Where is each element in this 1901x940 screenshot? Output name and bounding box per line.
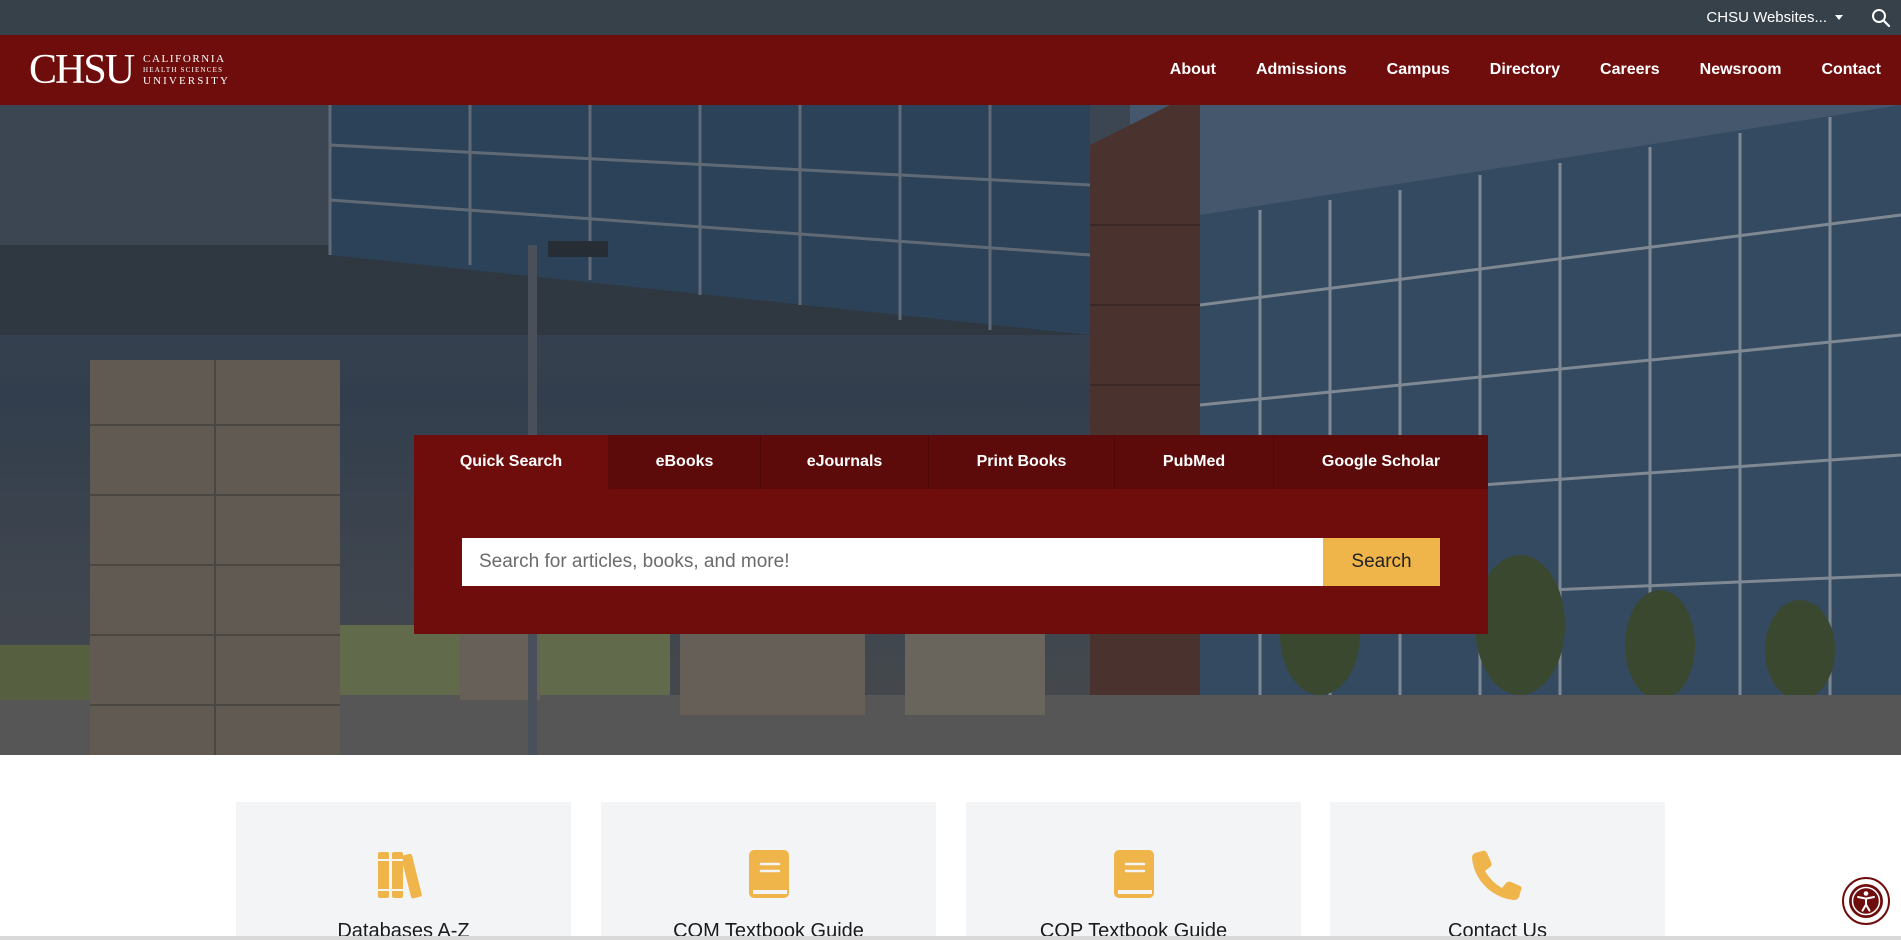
tab-ebooks[interactable]: eBooks bbox=[609, 435, 761, 489]
tab-ejournals[interactable]: eJournals bbox=[761, 435, 929, 489]
quick-link-cop-textbook-guide[interactable]: COP Textbook Guide bbox=[966, 802, 1301, 940]
hero-overlay bbox=[0, 105, 1901, 755]
nav-campus[interactable]: Campus bbox=[1387, 61, 1450, 79]
quick-link-com-textbook-guide[interactable]: COM Textbook Guide bbox=[601, 802, 936, 940]
logo-line-university: UNIVERSITY bbox=[143, 74, 231, 87]
quick-link-contact-us[interactable]: Contact Us bbox=[1330, 802, 1665, 940]
nav-admissions[interactable]: Admissions bbox=[1256, 61, 1347, 79]
book-icon bbox=[748, 850, 789, 898]
search-icon[interactable] bbox=[1871, 8, 1891, 28]
search-button[interactable]: Search bbox=[1323, 538, 1440, 586]
books-icon bbox=[377, 852, 422, 899]
caret-down-icon bbox=[1835, 15, 1843, 20]
utility-bar: CHSU Websites... bbox=[0, 0, 1901, 35]
hero-banner: Quick Search eBooks eJournals Print Book… bbox=[0, 105, 1901, 755]
search-tabs: Quick Search eBooks eJournals Print Book… bbox=[414, 435, 1488, 489]
tab-pubmed[interactable]: PubMed bbox=[1115, 435, 1274, 489]
main-header: CHSU CALIFORNIA HEALTH SCIENCES UNIVERSI… bbox=[0, 35, 1901, 105]
nav-careers[interactable]: Careers bbox=[1600, 61, 1660, 79]
main-nav: About Admissions Campus Directory Career… bbox=[1170, 35, 1881, 105]
nav-newsroom[interactable]: Newsroom bbox=[1700, 61, 1782, 79]
tab-quick-search[interactable]: Quick Search bbox=[414, 435, 609, 489]
logo-wordmark: CALIFORNIA HEALTH SCIENCES UNIVERSITY bbox=[143, 52, 231, 87]
quick-link-databases[interactable]: Databases A-Z bbox=[236, 802, 571, 940]
nav-about[interactable]: About bbox=[1170, 61, 1216, 79]
accessibility-button[interactable] bbox=[1842, 877, 1890, 925]
tab-google-scholar[interactable]: Google Scholar bbox=[1274, 435, 1488, 489]
horizontal-scrollbar[interactable] bbox=[0, 936, 1901, 940]
tab-print-books[interactable]: Print Books bbox=[929, 435, 1115, 489]
chsu-logo[interactable]: CHSU CALIFORNIA HEALTH SCIENCES UNIVERSI… bbox=[29, 47, 231, 93]
chsu-websites-dropdown[interactable]: CHSU Websites... bbox=[1706, 0, 1843, 35]
logo-line-health-sciences: HEALTH SCIENCES bbox=[143, 65, 224, 74]
phone-icon bbox=[1471, 850, 1521, 900]
search-input[interactable] bbox=[462, 538, 1323, 586]
websites-dropdown-label: CHSU Websites... bbox=[1706, 9, 1827, 26]
logo-mark: CHSU bbox=[29, 47, 135, 93]
accessibility-icon bbox=[1849, 884, 1883, 918]
book-icon bbox=[1113, 850, 1154, 898]
nav-contact[interactable]: Contact bbox=[1821, 61, 1881, 79]
nav-directory[interactable]: Directory bbox=[1490, 61, 1560, 79]
logo-line-california: CALIFORNIA bbox=[143, 52, 226, 65]
library-search-widget: Quick Search eBooks eJournals Print Book… bbox=[414, 435, 1488, 634]
quick-links-section: Databases A-Z COM Textbook Guide COP Tex… bbox=[0, 755, 1901, 940]
